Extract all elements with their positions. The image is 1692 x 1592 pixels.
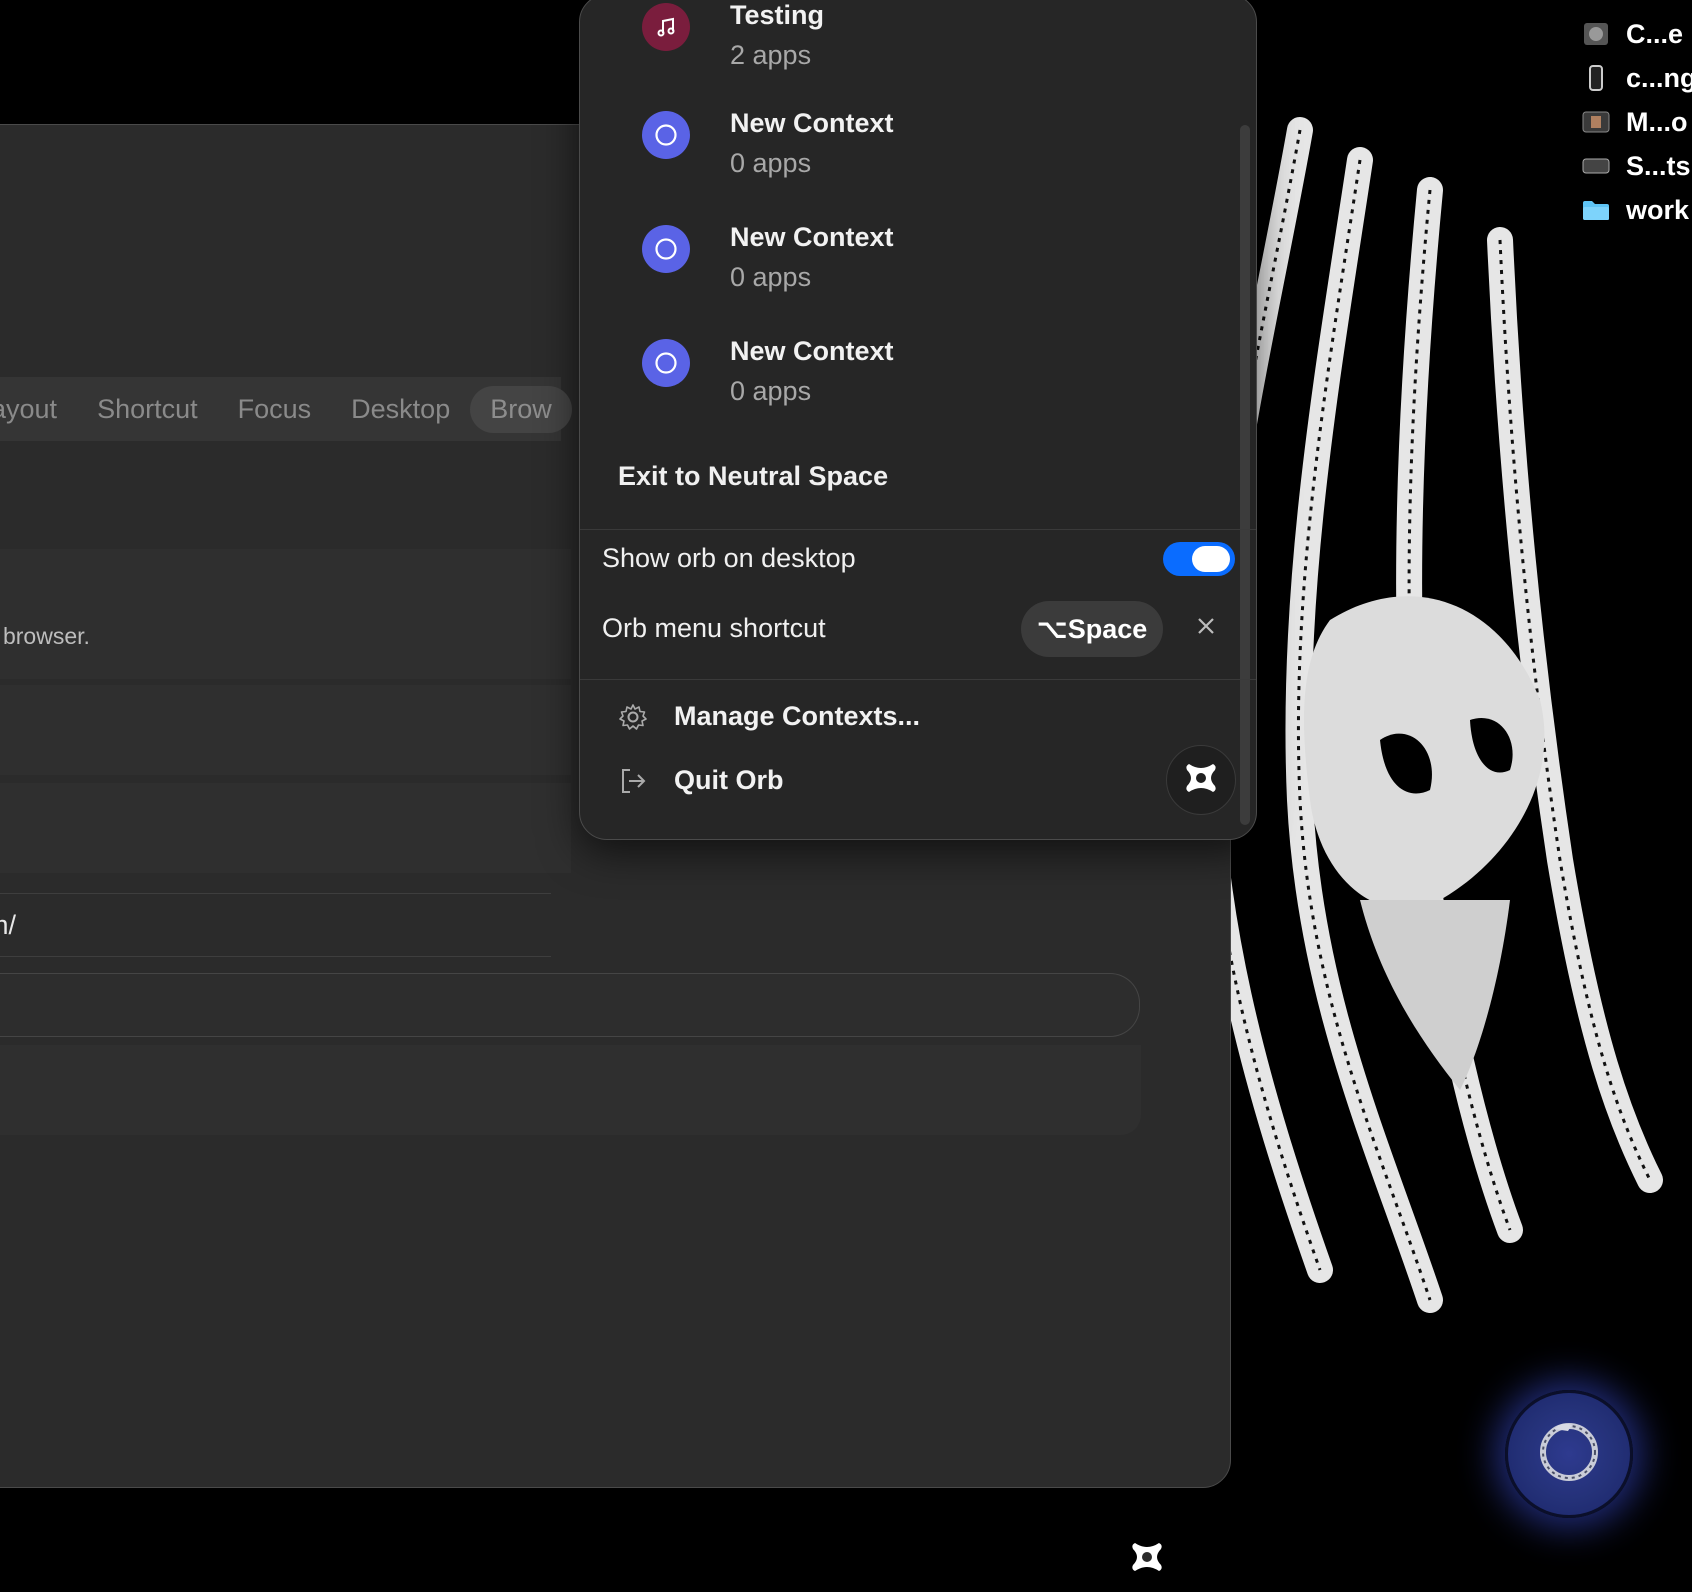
orb-logo-icon xyxy=(1183,760,1219,801)
browser-helper-text: en browser. xyxy=(0,623,90,649)
screenshot-file-icon xyxy=(1582,153,1610,179)
manage-contexts-button[interactable]: Manage Contexts... xyxy=(618,701,920,732)
exit-neutral-space-button[interactable]: Exit to Neutral Space xyxy=(618,461,888,492)
clear-shortcut-icon[interactable] xyxy=(1195,615,1217,641)
desktop-file-3[interactable]: M...o xyxy=(1582,100,1692,144)
toggle-knob xyxy=(1192,546,1230,572)
orb-menu: Testing 2 apps New Context 0 apps New Co… xyxy=(579,0,1257,840)
settings-section xyxy=(0,549,571,679)
desktop-orb[interactable] xyxy=(1505,1390,1633,1518)
phone-file-icon xyxy=(1582,65,1610,91)
desktop-file-label: S...ts xyxy=(1626,150,1691,181)
image-file-icon xyxy=(1582,21,1610,47)
menu-divider xyxy=(580,529,1256,530)
shortcut-recorder[interactable]: ⌥Space xyxy=(1021,601,1163,657)
video-file-icon xyxy=(1582,109,1610,135)
context-app-count: 0 apps xyxy=(730,376,812,406)
url-value-field[interactable]: om/ xyxy=(0,893,551,957)
music-note-icon xyxy=(642,3,690,51)
orb-logo-button[interactable] xyxy=(1166,745,1236,815)
folder-icon xyxy=(1582,197,1610,223)
settings-section xyxy=(0,1045,1141,1135)
desktop-file-4[interactable]: S...ts xyxy=(1582,144,1692,188)
quit-orb-label: Quit Orb xyxy=(674,765,784,795)
tab-desktop[interactable]: Desktop xyxy=(331,394,470,425)
tab-focus[interactable]: Focus xyxy=(218,394,332,425)
context-item-new-1[interactable]: New Context 0 apps xyxy=(642,103,894,183)
circle-icon xyxy=(642,111,690,159)
settings-section xyxy=(0,685,571,775)
context-app-count: 2 apps xyxy=(730,40,812,70)
ouroboros-icon xyxy=(1532,1415,1606,1494)
url-input[interactable] xyxy=(0,973,1140,1037)
context-name: New Context xyxy=(730,108,894,138)
desktop-file-2[interactable]: c...ng xyxy=(1582,56,1692,100)
orb-logo-icon xyxy=(1129,1539,1165,1580)
menu-divider xyxy=(580,679,1256,680)
settings-section xyxy=(0,783,571,873)
quit-orb-button[interactable]: Quit Orb xyxy=(618,765,784,796)
desktop-icons: C...e c...ng M...o S...ts work xyxy=(1582,12,1692,232)
shortcut-label: Orb menu shortcut xyxy=(602,613,826,643)
show-orb-toggle[interactable] xyxy=(1163,542,1235,576)
tab-layout[interactable]: ayout xyxy=(0,394,77,425)
context-name: New Context xyxy=(730,222,894,252)
context-app-count: 0 apps xyxy=(730,262,812,292)
desktop-folder[interactable]: work xyxy=(1582,188,1692,232)
context-item-new-2[interactable]: New Context 0 apps xyxy=(642,217,894,297)
context-name: New Context xyxy=(730,336,894,366)
gear-icon xyxy=(618,702,648,732)
context-item-testing[interactable]: Testing 2 apps xyxy=(642,0,824,75)
desktop-folder-label: work xyxy=(1626,194,1690,225)
manage-contexts-label: Manage Contexts... xyxy=(674,701,921,731)
tab-shortcut[interactable]: Shortcut xyxy=(77,394,218,425)
settings-tabbar: ayout Shortcut Focus Desktop Brow xyxy=(0,377,572,441)
circle-icon xyxy=(642,225,690,273)
context-app-count: 0 apps xyxy=(730,148,812,178)
desktop-file-label: M...o xyxy=(1626,106,1688,137)
desktop-file-1[interactable]: C...e xyxy=(1582,12,1692,56)
desktop-file-label: c...ng xyxy=(1626,62,1692,93)
tab-browser[interactable]: Brow xyxy=(470,385,572,433)
logout-icon xyxy=(618,766,648,796)
context-name: Testing xyxy=(730,0,824,30)
desktop-screen: C...e c...ng M...o S...ts work yout Shor… xyxy=(0,0,1692,1592)
desktop-file-label: C...e xyxy=(1626,18,1684,49)
circle-icon xyxy=(642,339,690,387)
context-item-new-3[interactable]: New Context 0 apps xyxy=(642,331,894,411)
show-orb-label: Show orb on desktop xyxy=(602,543,856,573)
menu-scrollbar[interactable] xyxy=(1240,125,1250,825)
